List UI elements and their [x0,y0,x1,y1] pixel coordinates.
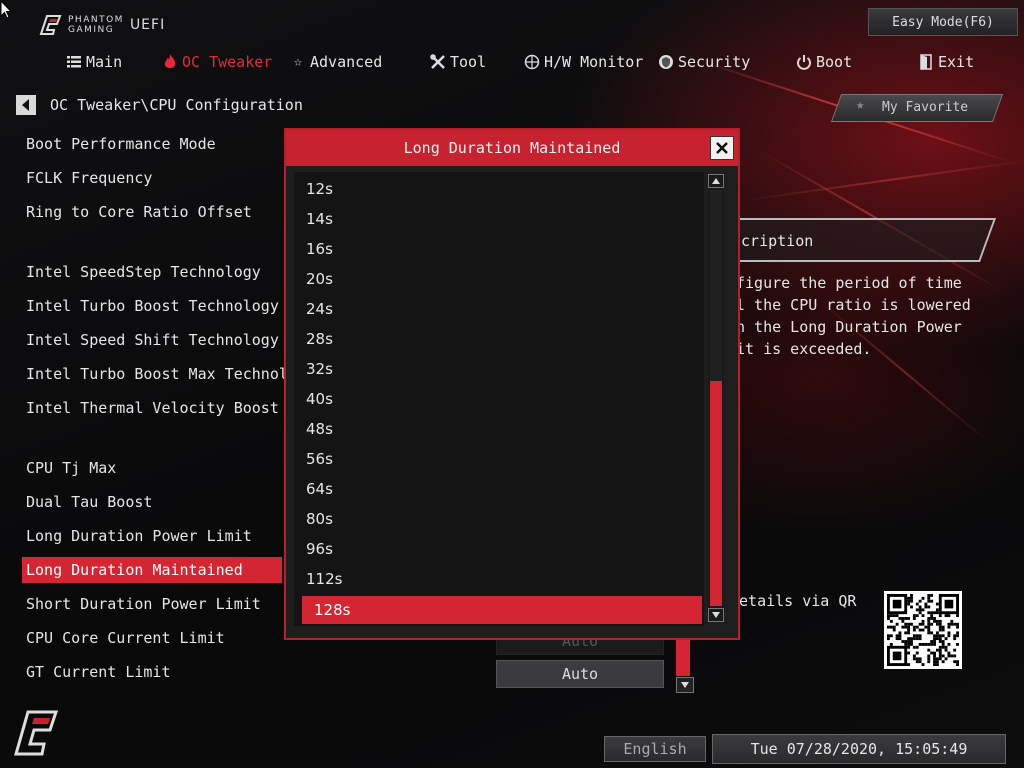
dialog-option-item[interactable]: 96s [306,540,333,558]
option-ring-to-core-ratio-offset[interactable]: Ring to Core Ratio Offset [26,203,252,221]
dialog-option-item[interactable]: 28s [306,330,333,348]
brand-line1: PHANTOM [68,15,124,25]
dialog-options-list: 12s 14s 16s 20s 24s 28s 32s 40s 48s 56s 64s 80s 96s 1… [294,172,704,626]
favorite-star-icon: ★ [856,97,865,113]
dialog-option-item[interactable]: 24s [306,300,333,318]
tab-exit[interactable]: Exit [918,48,974,76]
tab-tool-label: Tool [450,53,487,71]
tab-oc-tweaker[interactable]: OC Tweaker [162,48,272,76]
chevron-up-icon [712,178,720,184]
dialog-option-item[interactable]: 112s [306,570,342,588]
mouse-cursor [0,0,12,19]
tab-boot[interactable]: Boot [796,48,852,76]
dialog-scrollbar[interactable] [708,174,724,622]
language-button[interactable]: English [604,736,706,762]
tab-tool[interactable]: Tool [430,48,486,76]
star-icon: ☆ [293,54,303,70]
dialog-option-item[interactable]: 12s [306,180,333,198]
breadcrumb-path: OC Tweaker\CPU Configuration [50,96,303,114]
dialog-scrollbar-thumb[interactable] [710,381,722,606]
option-intel-speed-shift[interactable]: Intel Speed Shift Technology [26,331,279,349]
long-duration-maintained-dialog: Long Duration Maintained 12s 14s 16s 20s 24s… [284,128,740,640]
option-intel-thermal-velocity-boost[interactable]: Intel Thermal Velocity Boost Vol [26,399,315,417]
option-long-duration-maintained[interactable]: Long Duration Maintained [22,557,282,583]
tab-advanced-label: Advanced [310,53,383,71]
dialog-scroll-down-button[interactable] [708,608,724,622]
dialog-option-item[interactable]: 32s [306,360,333,378]
tab-security-label: Security [678,53,751,71]
my-favorite-label: My Favorite [882,100,969,115]
option-cpu-core-current-limit[interactable]: CPU Core Current Limit [26,629,225,647]
dialog-option-item[interactable]: 56s [306,450,333,468]
monitor-icon [524,54,540,70]
tab-hw-monitor-label: H/W Monitor [544,53,644,71]
dialog-option-item[interactable]: 20s [306,270,333,288]
qr-details-text: details via QR [730,592,857,610]
footer-phantom-gaming-logo-icon [14,710,59,756]
dialog-header: Long Duration Maintained [286,130,738,166]
tab-hw-monitor[interactable]: H/W Monitor [524,48,643,76]
tab-main[interactable]: Main [66,48,122,76]
option-gt-current-limit[interactable]: GT Current Limit [26,663,171,681]
tab-boot-label: Boot [816,53,853,71]
power-icon [796,54,812,70]
option-short-duration-power-limit[interactable]: Short Duration Power Limit [26,595,261,613]
dialog-option-item[interactable]: 128s [302,596,702,624]
breadcrumb: OC Tweaker\CPU Configuration [16,94,303,116]
gt-current-limit-value[interactable]: Auto [496,660,664,688]
phantom-gaming-logo-icon [39,15,62,35]
tools-icon [430,54,446,70]
options-scrollbar-thumb[interactable] [676,636,690,676]
option-intel-turbo-boost-max[interactable]: Intel Turbo Boost Max Technolog [26,365,306,383]
easy-mode-button[interactable]: Easy Mode(F6) [868,8,1018,36]
tab-advanced[interactable]: ☆ Advanced [290,48,382,76]
brand-suffix: UEFI [129,17,166,33]
tab-exit-label: Exit [938,53,975,71]
chevron-down-icon [712,612,720,618]
dialog-option-item[interactable]: 16s [306,240,333,258]
option-dual-tau-boost[interactable]: Dual Tau Boost [26,493,152,511]
dialog-option-item[interactable]: 40s [306,390,333,408]
dialog-close-button[interactable] [710,136,734,160]
brand-text: PHANTOM GAMING [68,15,124,35]
dialog-option-item[interactable]: 64s [306,480,333,498]
options-scrollbar[interactable] [676,636,694,693]
brand-line2: GAMING [68,25,115,35]
option-long-duration-power-limit[interactable]: Long Duration Power Limit [26,527,252,545]
option-intel-turbo-boost[interactable]: Intel Turbo Boost Technology [26,297,279,315]
tab-security[interactable]: Security [658,48,750,76]
option-fclk-frequency[interactable]: FCLK Frequency [26,169,152,187]
my-favorite-button[interactable]: ★ My Favorite [826,88,1006,128]
tab-main-label: Main [86,53,123,71]
shield-icon [658,54,674,70]
dialog-option-item[interactable]: 80s [306,510,333,528]
dialog-option-item[interactable]: 48s [306,420,333,438]
qr-code [884,591,962,669]
back-button[interactable] [16,95,36,115]
option-boot-performance-mode[interactable]: Boot Performance Mode [26,135,216,153]
tab-oc-tweaker-label: OC Tweaker [182,53,273,71]
exit-icon [918,54,934,70]
option-intel-speedstep[interactable]: Intel SpeedStep Technology [26,263,261,281]
option-cpu-tj-max[interactable]: CPU Tj Max [26,459,116,477]
description-title: scription [732,232,814,250]
chevron-down-icon [681,682,689,688]
description-text: figure the period of time l the CPU rati… [736,274,971,358]
list-icon [66,54,82,70]
main-nav: Main OC Tweaker ☆ Advanced Tool H/W Moni… [0,48,1024,76]
flame-icon [162,54,178,70]
dialog-option-item[interactable]: 14s [306,210,333,228]
back-arrow-icon [22,99,29,111]
datetime-display: Tue 07/28/2020, 15:05:49 [712,734,1006,764]
dialog-scroll-up-button[interactable] [708,174,724,188]
dialog-title: Long Duration Maintained [403,139,621,157]
brand-logo: PHANTOM GAMING UEFI [38,12,165,38]
close-icon [716,142,728,154]
options-scroll-down-button[interactable] [676,677,694,693]
